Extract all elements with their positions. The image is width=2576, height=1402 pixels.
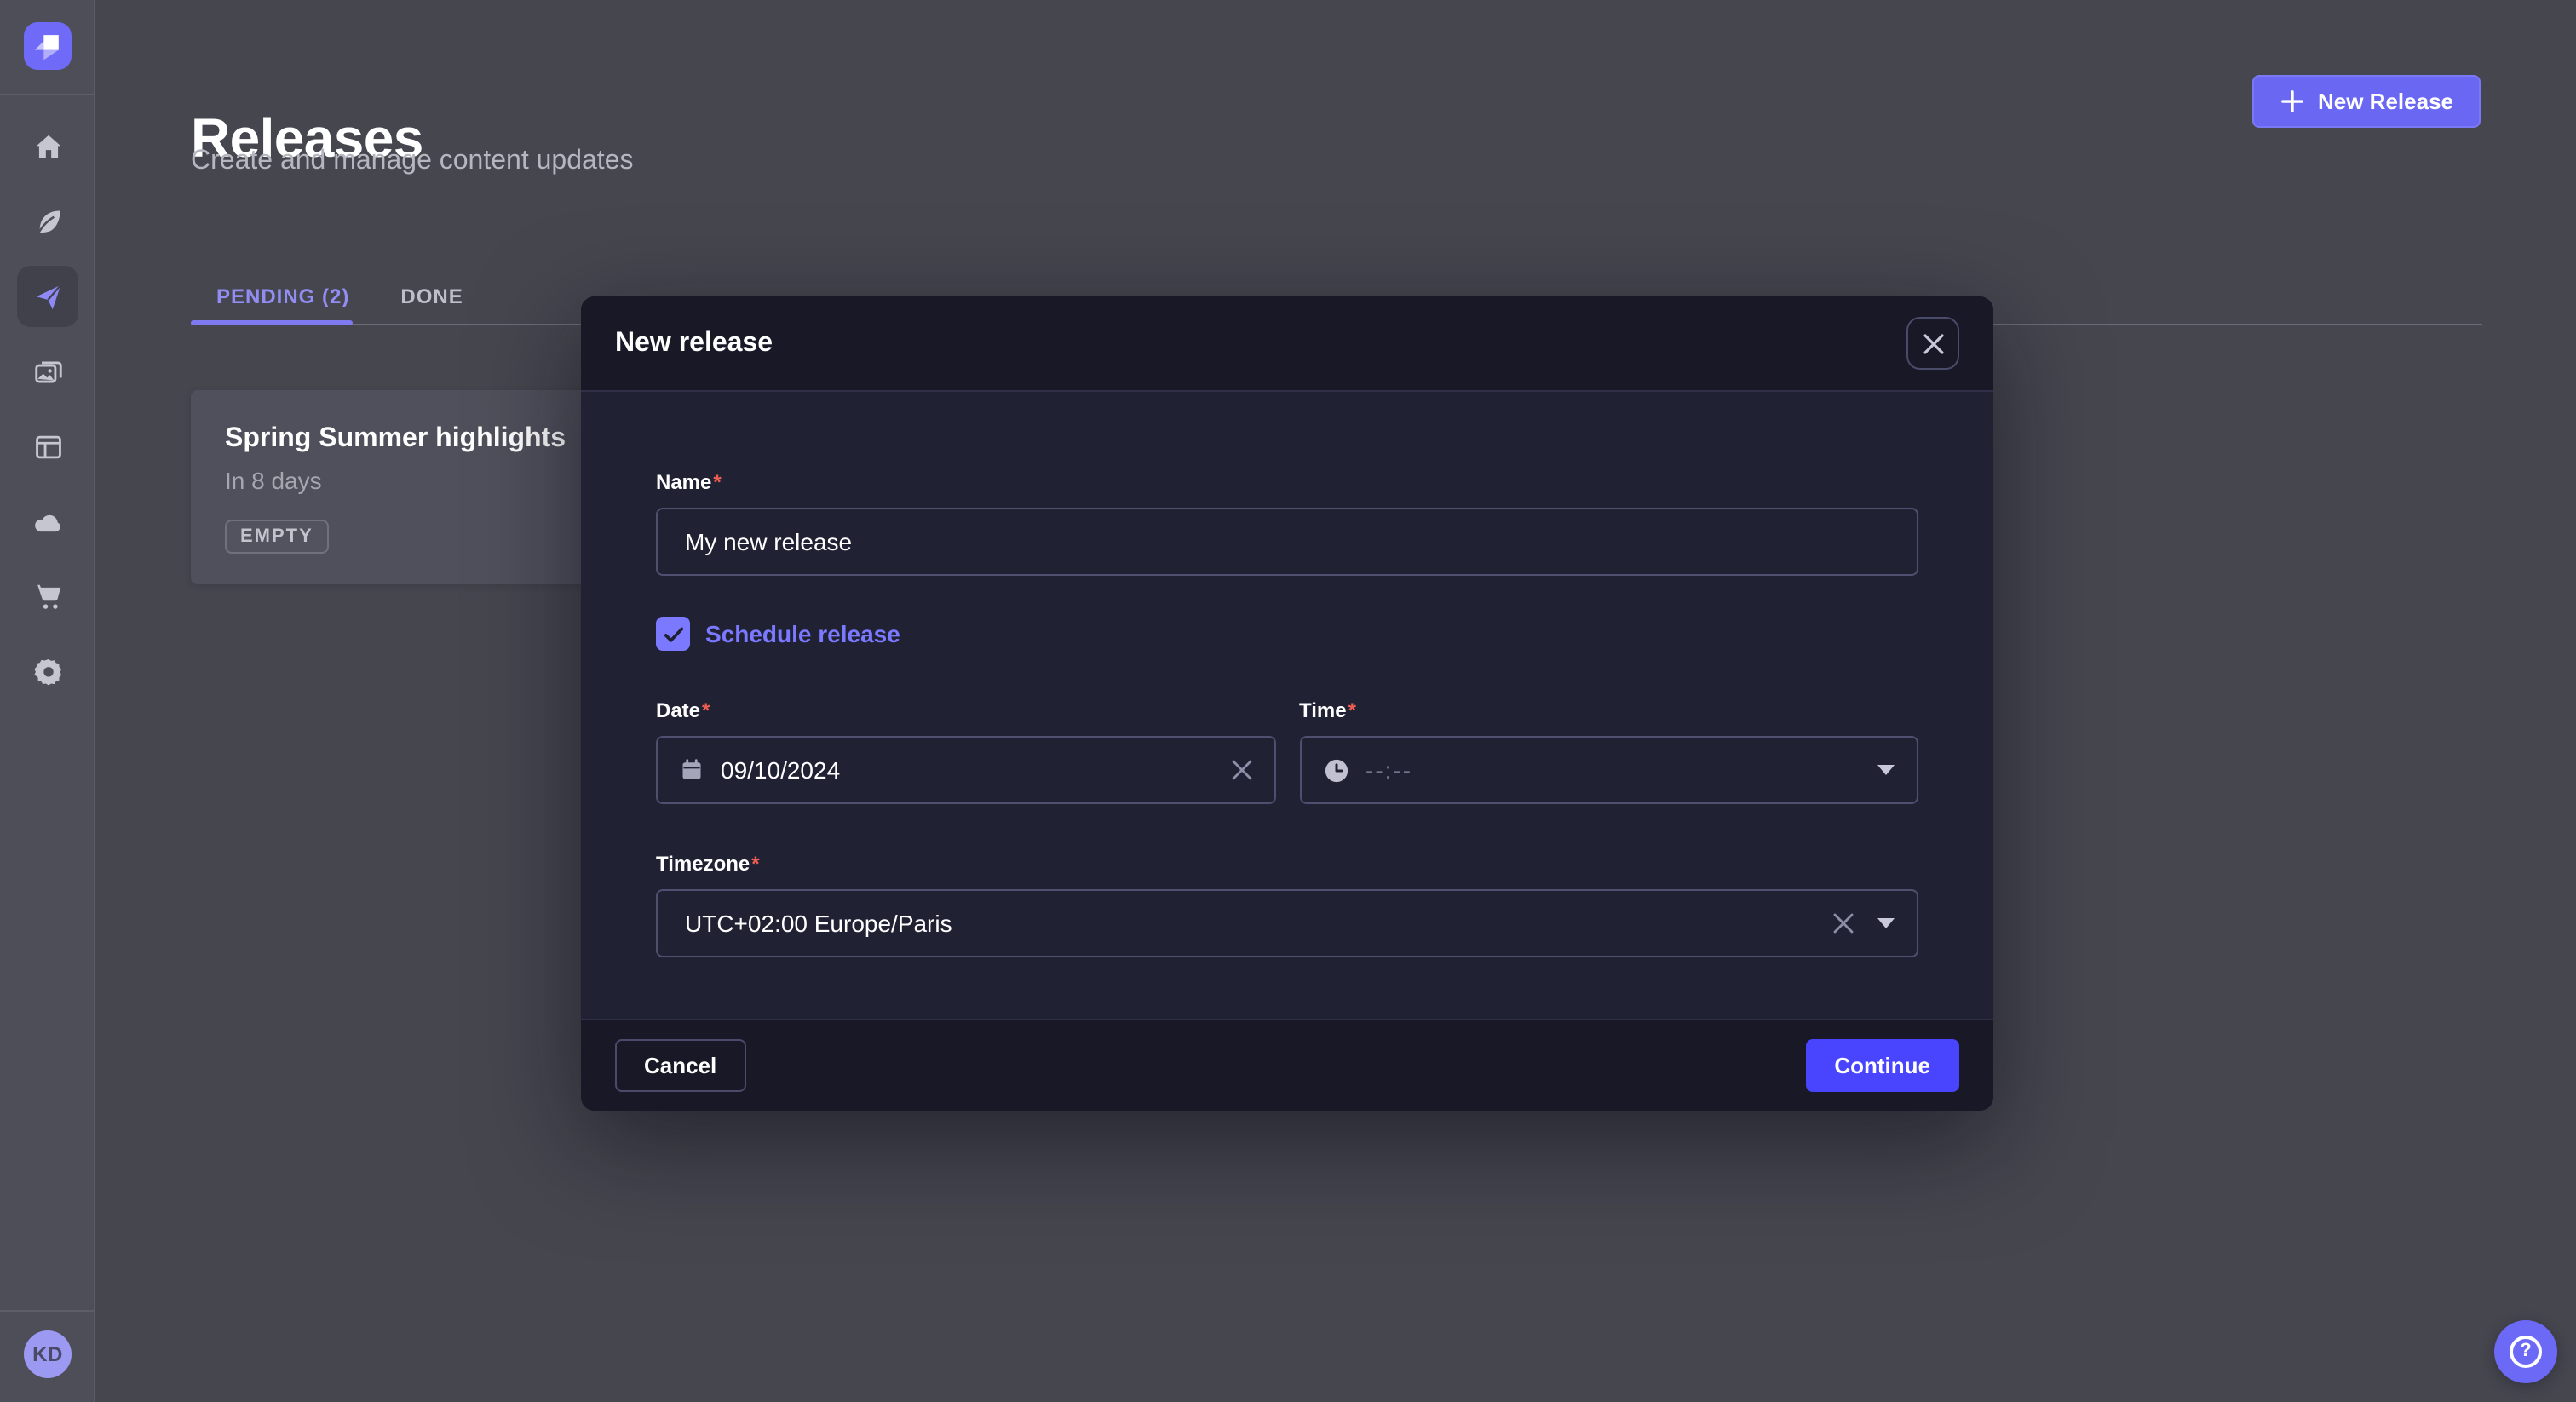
name-field: Name* — [656, 467, 1918, 576]
new-release-modal: New release Name* Schedule release — [581, 296, 1993, 1111]
timezone-value: UTC+02:00 Europe/Paris — [680, 910, 952, 937]
sidebar-item-pages[interactable] — [17, 416, 78, 477]
sidebar-item-content[interactable] — [17, 191, 78, 252]
schedule-checkbox[interactable] — [656, 617, 690, 651]
sidebar: KD — [0, 0, 95, 1402]
cart-icon — [32, 580, 64, 612]
help-button[interactable]: ? — [2494, 1320, 2557, 1383]
sidebar-item-media[interactable] — [17, 341, 78, 402]
timezone-field: Timezone* UTC+02:00 Europe/Paris — [656, 848, 1918, 957]
calendar-icon — [680, 758, 704, 782]
schedule-checkbox-label: Schedule release — [705, 620, 900, 647]
sidebar-item-marketplace[interactable] — [17, 566, 78, 627]
close-icon — [1923, 333, 1943, 353]
modal-footer: Cancel Continue — [581, 1019, 1993, 1111]
strapi-logo-icon — [24, 22, 72, 70]
cancel-button[interactable]: Cancel — [615, 1039, 745, 1092]
timezone-label: Timezone — [656, 852, 750, 876]
sidebar-item-settings[interactable] — [17, 641, 78, 702]
chevron-down-icon — [1877, 918, 1895, 928]
time-input[interactable]: --:-- — [1299, 736, 1918, 804]
images-icon — [32, 355, 64, 388]
tab-bar: PENDING (2) DONE — [191, 271, 489, 322]
required-mark: * — [702, 698, 710, 722]
strapi-logo[interactable] — [24, 22, 72, 70]
clock-icon — [1323, 757, 1348, 783]
date-time-row: Date* 09/10/2024 — [656, 695, 1918, 804]
name-input[interactable] — [656, 508, 1918, 576]
timezone-clear-button[interactable] — [1833, 913, 1854, 934]
gear-icon — [32, 655, 64, 687]
new-release-button[interactable]: New Release — [2251, 75, 2481, 128]
date-field: Date* 09/10/2024 — [656, 695, 1275, 804]
tab-done[interactable]: DONE — [375, 271, 488, 322]
sidebar-divider — [0, 94, 95, 95]
sidebar-divider — [0, 1310, 95, 1312]
send-icon — [32, 280, 64, 313]
continue-button[interactable]: Continue — [1805, 1039, 1959, 1092]
sidebar-item-home[interactable] — [17, 116, 78, 177]
modal-title: New release — [615, 328, 773, 359]
date-value: 09/10/2024 — [721, 756, 840, 784]
timezone-input[interactable]: UTC+02:00 Europe/Paris — [656, 889, 1918, 957]
date-clear-button[interactable] — [1231, 760, 1251, 780]
chevron-down-icon — [1877, 765, 1895, 775]
modal-body: Name* Schedule release Date* — [581, 392, 1993, 957]
window-icon — [32, 430, 64, 463]
app-window: KD Releases Create and manage content up… — [0, 0, 2576, 1402]
page-subtitle: Create and manage content updates — [191, 147, 634, 177]
sidebar-item-releases[interactable] — [17, 266, 78, 327]
checkmark-icon — [662, 623, 684, 645]
user-avatar[interactable]: KD — [24, 1330, 72, 1378]
time-placeholder: --:-- — [1366, 756, 1412, 784]
time-label: Time — [1299, 698, 1347, 722]
new-release-button-label: New Release — [2318, 89, 2453, 114]
modal-header: New release — [581, 296, 1993, 392]
question-mark-icon: ? — [2510, 1336, 2542, 1368]
date-label: Date — [656, 698, 700, 722]
cloud-icon — [32, 505, 64, 537]
required-mark: * — [751, 852, 759, 876]
required-mark: * — [713, 470, 721, 494]
sidebar-items — [0, 109, 95, 709]
release-card-badge: EMPTY — [225, 520, 329, 554]
time-field: Time* --:-- — [1299, 695, 1918, 804]
date-input[interactable]: 09/10/2024 — [656, 736, 1275, 804]
plus-icon — [2279, 89, 2304, 114]
required-mark: * — [1348, 698, 1356, 722]
tab-pending[interactable]: PENDING (2) — [191, 271, 375, 322]
sidebar-item-cloud[interactable] — [17, 491, 78, 552]
active-tab-underline — [191, 320, 353, 325]
name-label: Name — [656, 470, 711, 494]
home-icon — [32, 130, 64, 163]
schedule-release-row[interactable]: Schedule release — [656, 617, 1918, 651]
feather-icon — [32, 205, 64, 238]
modal-close-button[interactable] — [1906, 317, 1959, 370]
